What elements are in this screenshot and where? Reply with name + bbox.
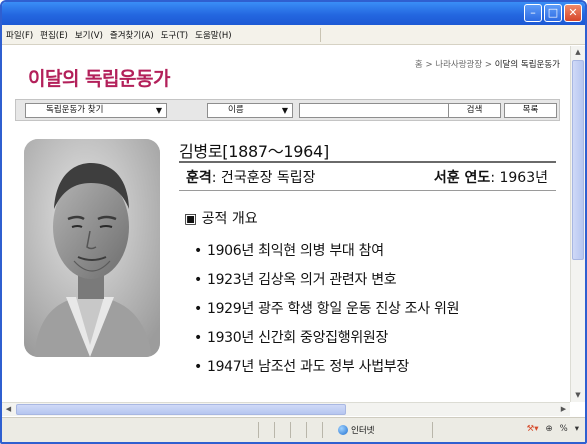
menu-edit[interactable]: 편집(E) — [40, 29, 68, 41]
security-zone-label: 인터넷 — [351, 426, 375, 436]
scroll-up-icon[interactable]: ▲ — [571, 46, 585, 59]
list-item: 1906년 최익현 의병 부대 참여 — [194, 240, 459, 269]
menu-favorites[interactable]: 즐겨찾기(A) — [110, 29, 154, 41]
list-item: 1947년 남조선 과도 정부 사법부장 — [194, 356, 459, 385]
zoom-dropdown-icon[interactable]: ▾ — [575, 424, 579, 434]
breadcrumb-separator: > — [484, 60, 493, 70]
minimize-button[interactable]: – — [524, 4, 542, 22]
status-divider — [290, 422, 291, 438]
category-select-value: 독립운동가 찾기 — [46, 105, 104, 115]
horizontal-scroll-thumb[interactable] — [16, 404, 346, 415]
breadcrumb-current: 이달의 독립운동가 — [494, 60, 560, 70]
status-divider — [432, 422, 433, 438]
divider — [179, 161, 556, 163]
list-item: 1923년 김상옥 의거 관련자 변호 — [194, 269, 459, 298]
menu-file[interactable]: 파일(F) — [6, 29, 33, 41]
achievements-list: 1906년 최익현 의병 부대 참여 1923년 김상옥 의거 관련자 변호 1… — [194, 240, 459, 385]
maximize-button[interactable]: □ — [544, 4, 562, 22]
breadcrumb-separator: > — [425, 60, 433, 70]
breadcrumb-home[interactable]: 홈 — [415, 60, 423, 70]
merit-label: 훈격 — [186, 170, 212, 186]
award-year-info: 서훈 연도: 1963년 — [434, 167, 548, 187]
scroll-down-icon[interactable]: ▼ — [571, 389, 585, 402]
scroll-right-icon[interactable]: ▶ — [557, 403, 570, 416]
field-select-value: 이름 — [228, 105, 244, 115]
search-input[interactable] — [299, 103, 449, 118]
close-button[interactable]: ✕ — [564, 4, 582, 22]
award-year-value: : 1963년 — [490, 170, 548, 186]
horizontal-scrollbar[interactable]: ◀ ▶ — [2, 402, 570, 416]
merit-info: 훈격: 건국훈장 독립장 — [186, 167, 316, 187]
dropdown-arrow-icon: ▼ — [155, 106, 162, 115]
search-button[interactable]: 검색 — [448, 103, 501, 118]
menu-divider — [320, 28, 321, 42]
status-divider — [322, 422, 323, 438]
search-bar: 독립운동가 찾기 ▼ 이름 ▼ 검색 목록 — [15, 99, 560, 121]
status-divider — [274, 422, 275, 438]
portrait-photo — [24, 139, 160, 357]
title-bar[interactable]: – □ ✕ — [2, 2, 585, 25]
divider — [179, 190, 556, 191]
field-select[interactable]: 이름 ▼ — [207, 103, 293, 118]
menu-help[interactable]: 도움말(H) — [195, 29, 231, 41]
award-year-label: 서훈 연도 — [433, 170, 491, 186]
menu-bar: 파일(F) 편집(E) 보기(V) 즐겨찾기(A) 도구(T) 도움말(H) — [2, 25, 585, 45]
globe-icon — [338, 425, 348, 435]
status-divider — [306, 422, 307, 438]
dropdown-arrow-icon: ▼ — [281, 106, 288, 115]
status-bar: 인터넷 ⚒▾ ⊕ % ▾ — [2, 417, 585, 442]
breadcrumb-section[interactable]: 나라사랑광장 — [435, 60, 482, 70]
security-zone: 인터넷 — [338, 424, 374, 436]
zoom-icon[interactable]: ⊕ — [546, 424, 553, 434]
vertical-scrollbar[interactable]: ▲ ▼ — [570, 46, 585, 402]
list-item: 1929년 광주 학생 항일 운동 진상 조사 위원 — [194, 298, 459, 327]
page-content: 이달의 독립운동가 홈 > 나라사랑광장 > 이달의 독립운동가 독립운동가 찾… — [2, 46, 570, 402]
breadcrumb: 홈 > 나라사랑광장 > 이달의 독립운동가 — [415, 58, 560, 70]
browser-window: – □ ✕ 파일(F) 편집(E) 보기(V) 즐겨찾기(A) 도구(T) 도움… — [0, 0, 587, 444]
page-title: 이달의 독립운동가 — [28, 68, 170, 90]
merit-value: : 건국훈장 독립장 — [211, 170, 316, 186]
scroll-left-icon[interactable]: ◀ — [2, 403, 15, 416]
status-divider — [258, 422, 259, 438]
vertical-scroll-thumb[interactable] — [572, 60, 584, 260]
person-name: 김병로[1887～1964] — [179, 142, 329, 161]
menu-tools[interactable]: 도구(T) — [161, 29, 188, 41]
popup-blocker-icon[interactable]: ⚒▾ — [527, 424, 539, 434]
list-button[interactable]: 목록 — [504, 103, 557, 118]
menu-view[interactable]: 보기(V) — [75, 29, 103, 41]
zoom-percent[interactable]: % — [560, 424, 568, 434]
list-item: 1930년 신간회 중앙집행위원장 — [194, 327, 459, 356]
status-tools: ⚒▾ ⊕ % ▾ — [527, 424, 579, 434]
category-select[interactable]: 독립운동가 찾기 ▼ — [25, 103, 167, 118]
achievements-heading: ▣ 공적 개요 — [184, 211, 258, 227]
